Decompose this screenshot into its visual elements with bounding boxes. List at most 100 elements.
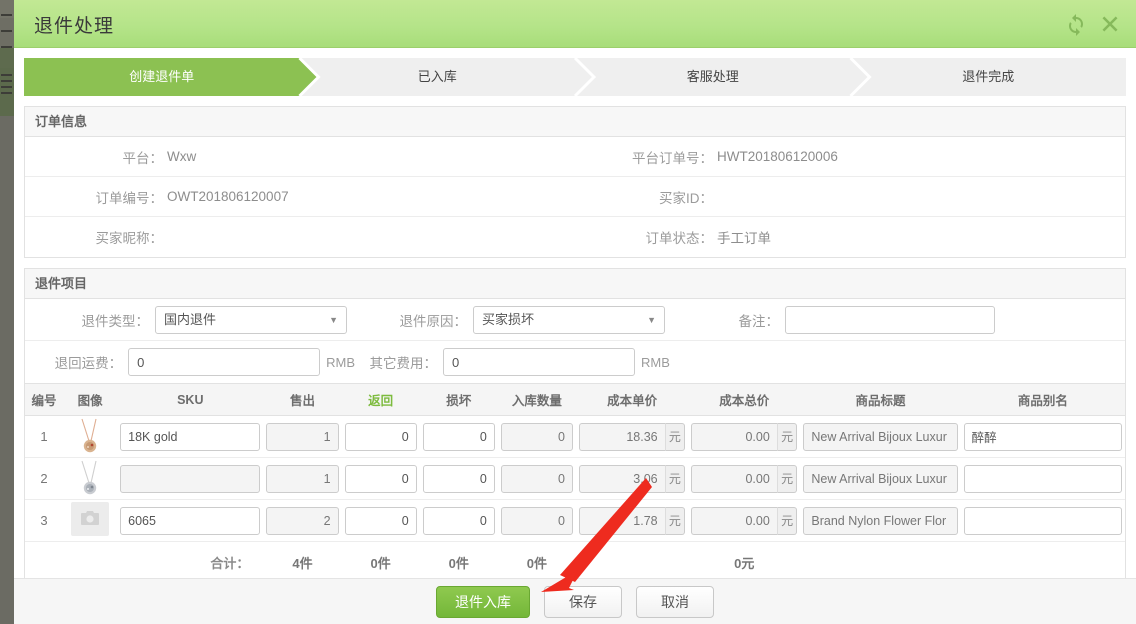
step-label: 已入库 bbox=[417, 69, 457, 84]
cell-unit-cost: 元 bbox=[575, 415, 689, 458]
field-remark: 备注： bbox=[685, 305, 995, 334]
cell-returned bbox=[341, 415, 420, 458]
damaged-input[interactable] bbox=[422, 422, 495, 451]
order-info-title: 订单信息 bbox=[25, 107, 1125, 137]
chevron-down-icon: ▼ bbox=[647, 314, 656, 325]
sold-input bbox=[266, 464, 339, 493]
unit-cost-input bbox=[578, 464, 665, 493]
cell-sold bbox=[263, 499, 342, 542]
field-label: 买家昵称： bbox=[95, 231, 164, 246]
cell-total-cost: 元 bbox=[688, 457, 801, 500]
cell-alias bbox=[960, 415, 1125, 458]
step-create-return-order[interactable]: 创建退件单 bbox=[24, 58, 319, 96]
cell-total-cost: 元 bbox=[688, 415, 801, 458]
field-order-no: 订单编号： OWT201806120007 bbox=[25, 187, 575, 207]
field-value: 手工订单 bbox=[717, 231, 771, 246]
table-header-row: 编号 图像 SKU 售出 返回 损坏 入库数量 成本单价 成本总价 商品标题 商… bbox=[25, 383, 1125, 416]
return-to-stock-button[interactable]: 退件入库 bbox=[436, 585, 530, 618]
title-input bbox=[803, 422, 958, 451]
step-chevron-icon bbox=[575, 58, 594, 96]
return-reason-value: 买家损坏 bbox=[482, 311, 535, 327]
currency-suffix: 元 bbox=[776, 422, 798, 451]
returned-input[interactable] bbox=[344, 506, 417, 535]
cell-title bbox=[800, 457, 961, 500]
order-info-row: 平台： Wxw 平台订单号： HWT201806120006 bbox=[25, 137, 1125, 177]
title-input bbox=[803, 464, 958, 493]
cell-sku bbox=[117, 415, 264, 458]
return-freight-input[interactable] bbox=[128, 348, 321, 376]
sku-input[interactable] bbox=[120, 422, 261, 451]
col-returned: 返回 bbox=[341, 383, 420, 416]
total-cost-input bbox=[691, 506, 777, 535]
sku-input[interactable] bbox=[120, 464, 261, 493]
step-label: 客服处理 bbox=[686, 69, 739, 84]
step-received-in-warehouse[interactable]: 已入库 bbox=[299, 58, 594, 96]
col-sku: SKU bbox=[117, 383, 264, 416]
alias-input[interactable] bbox=[963, 506, 1122, 535]
currency-suffix: 元 bbox=[664, 464, 686, 493]
cell-title bbox=[800, 499, 961, 542]
title-input bbox=[803, 506, 958, 535]
cell-sold bbox=[263, 415, 342, 458]
col-no: 编号 bbox=[25, 383, 64, 416]
field-value: Wxw bbox=[167, 149, 197, 164]
return-reason-select[interactable]: 买家损坏 ▼ bbox=[473, 305, 665, 334]
cell-image bbox=[63, 499, 118, 542]
damaged-input[interactable] bbox=[422, 464, 495, 493]
instock-input bbox=[500, 422, 573, 451]
currency-suffix: 元 bbox=[664, 422, 686, 451]
instock-input bbox=[500, 506, 573, 535]
cell-no: 2 bbox=[25, 457, 64, 500]
refresh-icon[interactable] bbox=[1064, 12, 1088, 36]
returned-input[interactable] bbox=[344, 422, 417, 451]
order-info-panel: 订单信息 平台： Wxw 平台订单号： HWT201806120006 订单编号… bbox=[24, 106, 1126, 258]
return-items-form-row: 退回运费： RMB 其它费用： RMB bbox=[25, 341, 1125, 383]
return-type-select[interactable]: 国内退件 ▼ bbox=[155, 305, 347, 334]
returned-input[interactable] bbox=[344, 464, 417, 493]
alias-input[interactable] bbox=[963, 422, 1122, 451]
sold-input bbox=[266, 422, 339, 451]
field-label: 订单状态： bbox=[645, 231, 714, 246]
field-label: 退件类型： bbox=[81, 313, 150, 329]
cell-damaged bbox=[419, 499, 498, 542]
field-label: 退回运费： bbox=[54, 356, 123, 371]
cell-unit-cost: 元 bbox=[575, 457, 689, 500]
other-fee-input[interactable] bbox=[443, 348, 635, 376]
other-fee-unit: RMB bbox=[641, 354, 670, 370]
field-platform-order-no: 平台订单号： HWT201806120006 bbox=[575, 147, 1125, 167]
field-label: 平台： bbox=[122, 150, 164, 166]
field-buyer-nickname: 买家昵称： bbox=[25, 227, 575, 247]
remark-input[interactable] bbox=[785, 305, 995, 334]
instock-input bbox=[500, 464, 573, 493]
return-items-table: 编号 图像 SKU 售出 返回 损坏 入库数量 成本单价 成本总价 商品标题 商… bbox=[25, 383, 1125, 584]
alias-input[interactable] bbox=[963, 464, 1122, 493]
field-label: 订单编号： bbox=[95, 190, 164, 206]
col-instock: 入库数量 bbox=[497, 383, 576, 416]
field-value: HWT201806120006 bbox=[717, 149, 838, 164]
save-button[interactable]: 保存 bbox=[544, 585, 622, 618]
sku-input[interactable] bbox=[120, 506, 261, 535]
cell-damaged bbox=[419, 457, 498, 500]
col-image: 图像 bbox=[63, 383, 118, 416]
field-label: 其它费用： bbox=[369, 356, 438, 371]
return-type-value: 国内退件 bbox=[164, 311, 217, 327]
step-progress-bar: 创建退件单 已入库 客服处理 退件完成 bbox=[24, 58, 1126, 96]
cell-returned bbox=[341, 499, 420, 542]
step-customer-service[interactable]: 客服处理 bbox=[575, 58, 870, 96]
step-label: 退件完成 bbox=[962, 69, 1015, 84]
cell-title bbox=[800, 415, 961, 458]
col-unit-cost: 成本单价 bbox=[575, 383, 689, 416]
cancel-button[interactable]: 取消 bbox=[636, 585, 714, 618]
cell-sold bbox=[263, 457, 342, 500]
field-value: OWT201806120007 bbox=[167, 189, 289, 204]
background-page-sliver bbox=[0, 0, 14, 624]
close-icon[interactable] bbox=[1098, 12, 1122, 36]
necklace-silver-thumb bbox=[70, 459, 110, 499]
field-platform: 平台： Wxw bbox=[25, 147, 575, 167]
currency-suffix: 元 bbox=[776, 464, 798, 493]
damaged-input[interactable] bbox=[422, 506, 495, 535]
field-return-reason: 退件原因： 买家损坏 ▼ bbox=[355, 305, 685, 334]
step-return-completed[interactable]: 退件完成 bbox=[850, 58, 1126, 96]
cell-instock bbox=[497, 499, 576, 542]
col-sold: 售出 bbox=[263, 383, 342, 416]
